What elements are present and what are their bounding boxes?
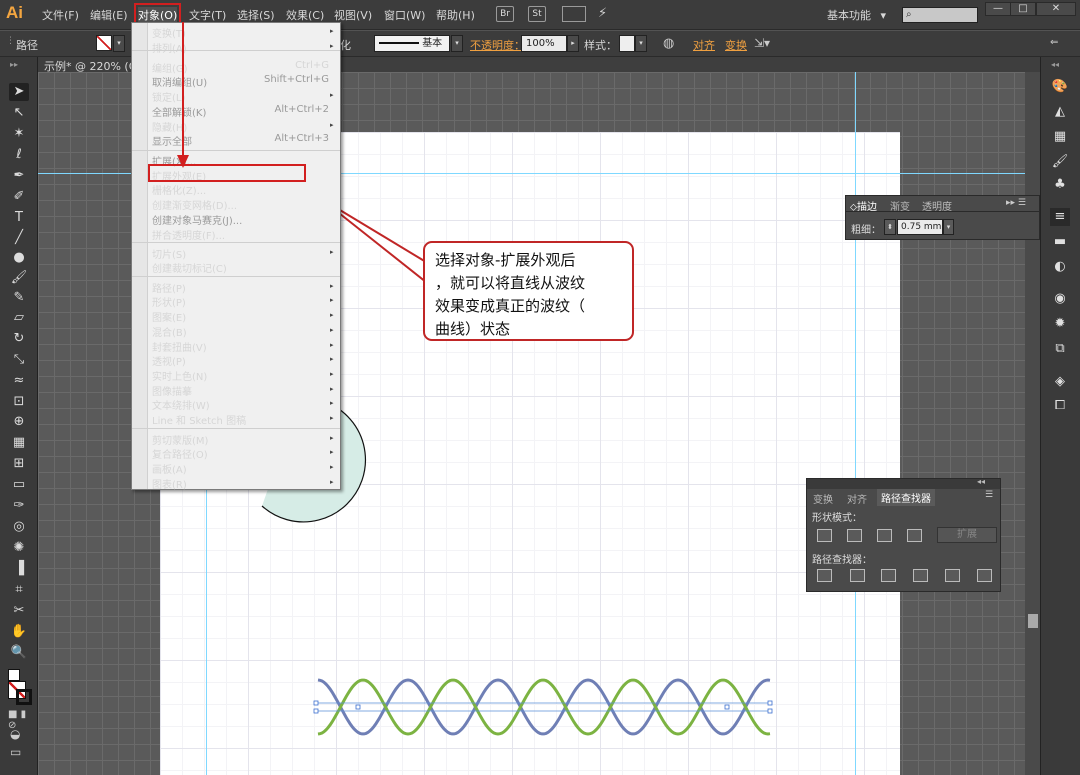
red-arrow — [177, 22, 189, 168]
